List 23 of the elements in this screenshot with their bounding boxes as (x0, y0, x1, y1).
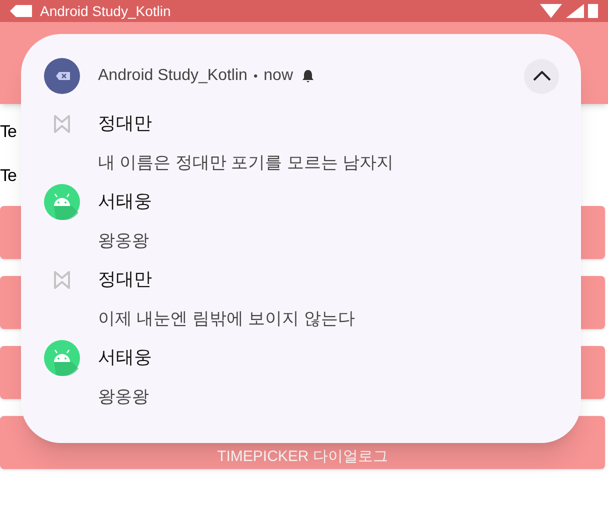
sender-name: 서태웅 (98, 190, 152, 213)
battery-icon (588, 4, 598, 18)
time-label: now (264, 66, 293, 86)
app-name: Android Study_Kotlin (98, 66, 248, 86)
sender-name: 정대만 (98, 268, 152, 291)
wifi-icon (540, 4, 562, 18)
status-title: Android Study_Kotlin (40, 4, 171, 18)
separator: • (253, 68, 258, 85)
message-text: 왕옹왕 (98, 230, 149, 252)
robot-icon (44, 184, 80, 220)
message-text: 이제 내눈엔 림밖에 보이지 않는다 (98, 308, 355, 330)
signal-icon (566, 4, 584, 18)
text-view: Te (0, 121, 16, 143)
sender-name: 정대만 (98, 112, 152, 135)
text-view: Te (0, 165, 16, 187)
sender-name: 서태웅 (98, 346, 152, 369)
message-text: 내 이름은 정대만 포기를 모르는 남자지 (98, 152, 394, 174)
collapse-button[interactable] (524, 58, 559, 94)
message-text: 왕옹왕 (98, 386, 149, 408)
robot-icon (44, 340, 80, 376)
backspace-icon (44, 58, 80, 94)
chevron-icon (532, 71, 550, 81)
backspace-icon (10, 5, 32, 17)
